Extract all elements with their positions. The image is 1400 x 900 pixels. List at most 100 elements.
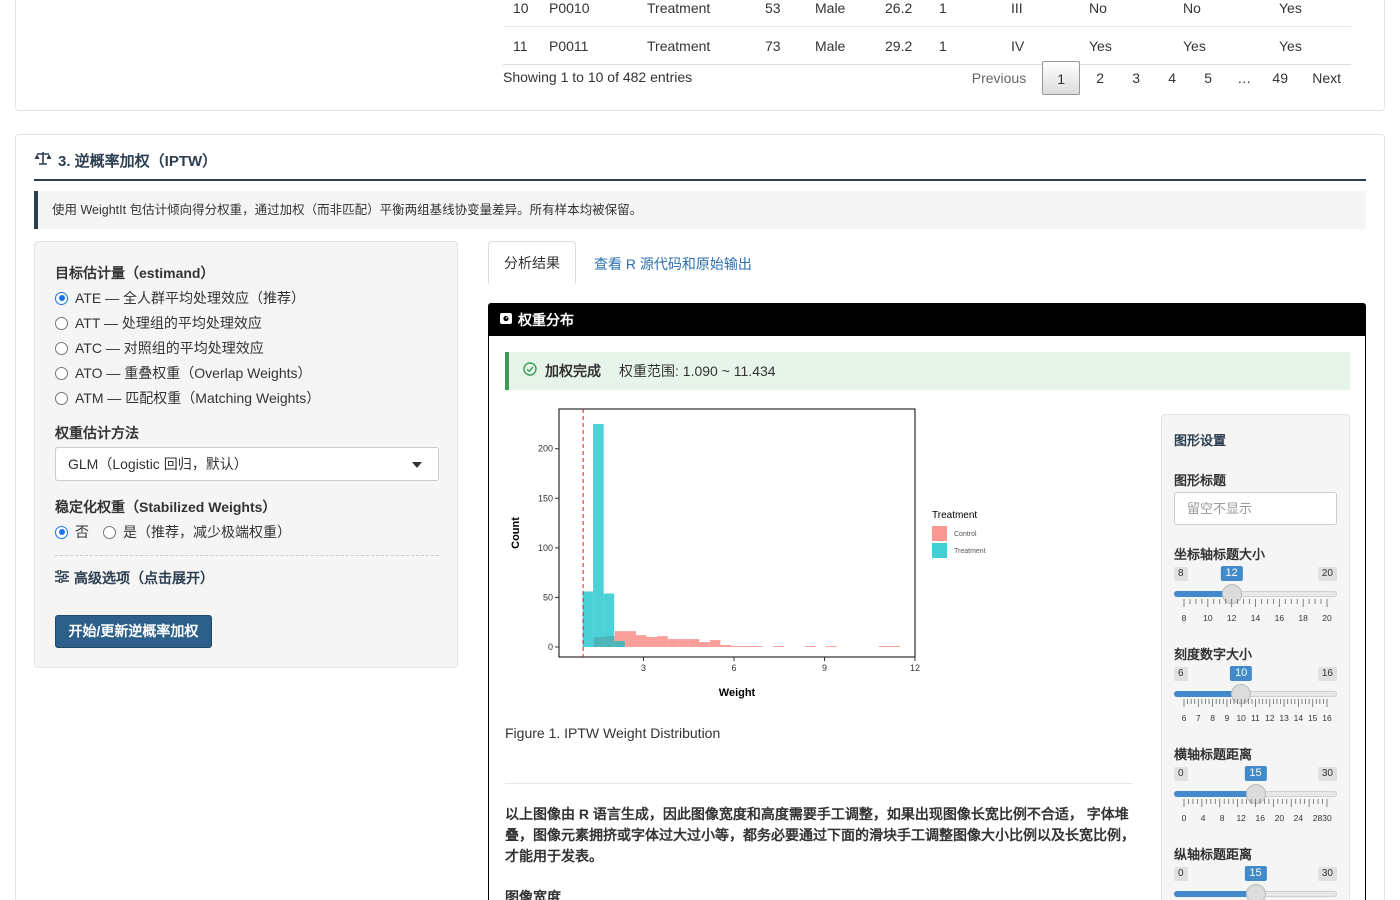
bar-control-13 — [720, 645, 731, 647]
slider-label: 纵轴标题距离 — [1174, 847, 1253, 862]
stabilized-no-radio[interactable]: 否 — [55, 522, 89, 542]
slider-tick-label: 12 — [1236, 813, 1246, 823]
status-range: 权重范围: 1.090 ~ 11.434 — [619, 363, 776, 379]
slider-max-label: 30 — [1317, 867, 1337, 881]
pagination-page-49[interactable]: 49 — [1262, 61, 1298, 95]
advanced-options-toggle[interactable]: 高级选项（点击展开） — [55, 568, 214, 588]
slider-max-label: 30 — [1317, 767, 1337, 781]
pagination-page-5[interactable]: 5 — [1190, 61, 1226, 95]
table-cell: Yes — [1079, 26, 1173, 65]
slider-handle[interactable] — [1245, 884, 1266, 900]
slider-tick-label: 12 — [1265, 713, 1275, 723]
plot-title-input[interactable]: 留空不显示 — [1174, 492, 1337, 525]
resize-instructions: 以上图像由 R 语言生成，因此图像宽度和高度需要手工调整，如果出现图像长宽比例不… — [505, 806, 1135, 864]
advanced-options-label: 高级选项（点击展开） — [74, 570, 214, 586]
table-cell: No — [1173, 0, 1269, 27]
estimand-ato-radio[interactable]: ATO — 重叠权重（Overlap Weights） — [55, 363, 312, 383]
tab-source-code[interactable]: 查看 R 源代码和原始输出 — [594, 254, 752, 274]
slider-fill — [1174, 791, 1256, 797]
slider-tick-label: 18 — [1298, 613, 1308, 623]
bar-control-4 — [625, 631, 636, 647]
slider-tick-label: 6 — [1181, 713, 1187, 723]
estimand-att-radio[interactable]: ATT — 处理组的平均处理效应 — [55, 313, 262, 333]
bar-treatment-3 — [614, 641, 625, 647]
bar-control-7 — [657, 636, 668, 647]
slider-ticks — [1183, 599, 1328, 607]
slider-tick-label: 10 — [1203, 613, 1213, 623]
tick-label-size-slider[interactable]: 6 16 10 6 7 8 9 10 11 12 13 14 15 16 — [1174, 666, 1337, 727]
balance-scale-icon — [34, 151, 52, 170]
radio-icon — [55, 366, 68, 380]
pagination-next[interactable]: Next — [1302, 61, 1351, 95]
stabilized-yes-radio[interactable]: 是（推荐，减少极端权重） — [103, 522, 291, 542]
slider-tick-label: 11 — [1251, 713, 1260, 723]
slider-tick-label: 8 — [1210, 713, 1215, 723]
radio-icon — [55, 391, 68, 405]
slider-min-label: 0 — [1174, 867, 1188, 881]
plot-settings-panel: 图形设置 图形标题 留空不显示 坐标轴标题大小 8 20 12 8 10 12 14 16 18… — [1161, 414, 1350, 900]
slider-tick-label: 4 — [1200, 813, 1206, 823]
slider-tick-label: 7 — [1195, 713, 1201, 723]
method-select[interactable]: GLM（Logistic 回归，默认） — [55, 447, 439, 481]
section-title-text: 3. 逆概率加权（IPTW） — [58, 153, 218, 170]
slider-tick-label: 8 — [1181, 613, 1187, 623]
pagination-page-3[interactable]: 3 — [1118, 61, 1154, 95]
bar-control-11 — [699, 642, 710, 647]
pagination-page-4[interactable]: 4 — [1154, 61, 1190, 95]
slider-tick-label: 14 — [1293, 713, 1304, 723]
table-cell: Male — [805, 0, 875, 27]
slider-fill — [1174, 891, 1256, 897]
bar-control-18 — [804, 646, 816, 648]
estimand-atc-radio[interactable]: ATC — 对照组的平均处理效应 — [55, 338, 264, 358]
radio-icon — [55, 316, 68, 330]
slider-tick-label: 20 — [1322, 613, 1332, 623]
table-cell: P0010 — [539, 0, 637, 27]
legend-title: Treatment — [932, 510, 977, 521]
legend-key-control — [932, 526, 947, 541]
figure-caption: Figure 1. IPTW Weight Distribution — [505, 725, 721, 741]
estimand-ate-radio[interactable]: ATE — 全人群平均处理效应（推荐） — [55, 288, 305, 308]
radio-label: ATM — 匹配权重（Matching Weights） — [75, 390, 321, 406]
bar-control-10 — [688, 639, 700, 647]
bar-treatment-1 — [593, 423, 604, 647]
bar-control-8 — [667, 639, 679, 647]
weight-histogram: 0 50 100 150 200 3 6 9 12 Weight Count Treatment… — [505, 404, 1005, 704]
table-row: 11 P0011 Treatment 73 Male 29.2 1 IV Yes… — [503, 26, 1351, 65]
table-cell: Yes — [1269, 26, 1351, 65]
bar-control-16 — [752, 646, 763, 648]
slider-tick-label: 30 — [1322, 813, 1332, 823]
x-title-distance-slider[interactable]: 0 30 15 0 4 8 12 16 20 24 28 30 — [1174, 766, 1337, 827]
slider-tick-label: 0 — [1181, 813, 1187, 823]
sliders-icon — [55, 569, 69, 586]
slider-tick-label: 8 — [1219, 813, 1225, 823]
y-title-distance-slider[interactable]: 0 30 15 — [1174, 866, 1337, 900]
histogram-svg: 0 50 100 150 200 3 6 9 12 Weight Count Treatment… — [510, 408, 986, 699]
axis-title-size-slider[interactable]: 8 20 12 8 10 12 14 16 18 20 — [1174, 566, 1337, 627]
estimand-atm-radio[interactable]: ATM — 匹配权重（Matching Weights） — [55, 388, 320, 408]
x-tick-label: 3 — [641, 663, 646, 673]
pagination-page-1[interactable]: 1 — [1042, 61, 1081, 95]
status-label: 加权完成 — [545, 363, 601, 379]
plot-title-label: 图形标题 — [1174, 473, 1227, 488]
divider — [505, 783, 1133, 784]
table-cell: 1 — [929, 0, 1001, 27]
pagination-page-2[interactable]: 2 — [1082, 61, 1118, 95]
slider-tick-label: 16 — [1322, 713, 1332, 723]
y-tick-label: 50 — [543, 592, 553, 602]
table-cell: 11 — [503, 26, 539, 65]
estimand-label: 目标估计量（estimand） — [55, 265, 215, 281]
table-cell: P0011 — [539, 26, 637, 65]
slider-min-label: 0 — [1174, 767, 1188, 781]
x-tick-label: 6 — [731, 663, 736, 673]
table-cell: Treatment — [637, 0, 755, 27]
bar-treatment-2 — [603, 593, 615, 647]
tab-results[interactable]: 分析结果 — [488, 241, 576, 284]
run-iptw-button[interactable]: 开始/更新逆概率加权 — [55, 615, 212, 648]
bar-control-5 — [635, 635, 647, 647]
data-table: 10 P0010 Treatment 53 Male 26.2 1 III No… — [503, 0, 1351, 65]
slider-tick-label: 9 — [1224, 713, 1230, 723]
bar-control-21 — [889, 646, 900, 648]
pagination-previous[interactable]: Previous — [962, 61, 1036, 95]
slider-label: 刻度数字大小 — [1174, 647, 1253, 662]
table-info: Showing 1 to 10 of 482 entries — [503, 69, 693, 85]
